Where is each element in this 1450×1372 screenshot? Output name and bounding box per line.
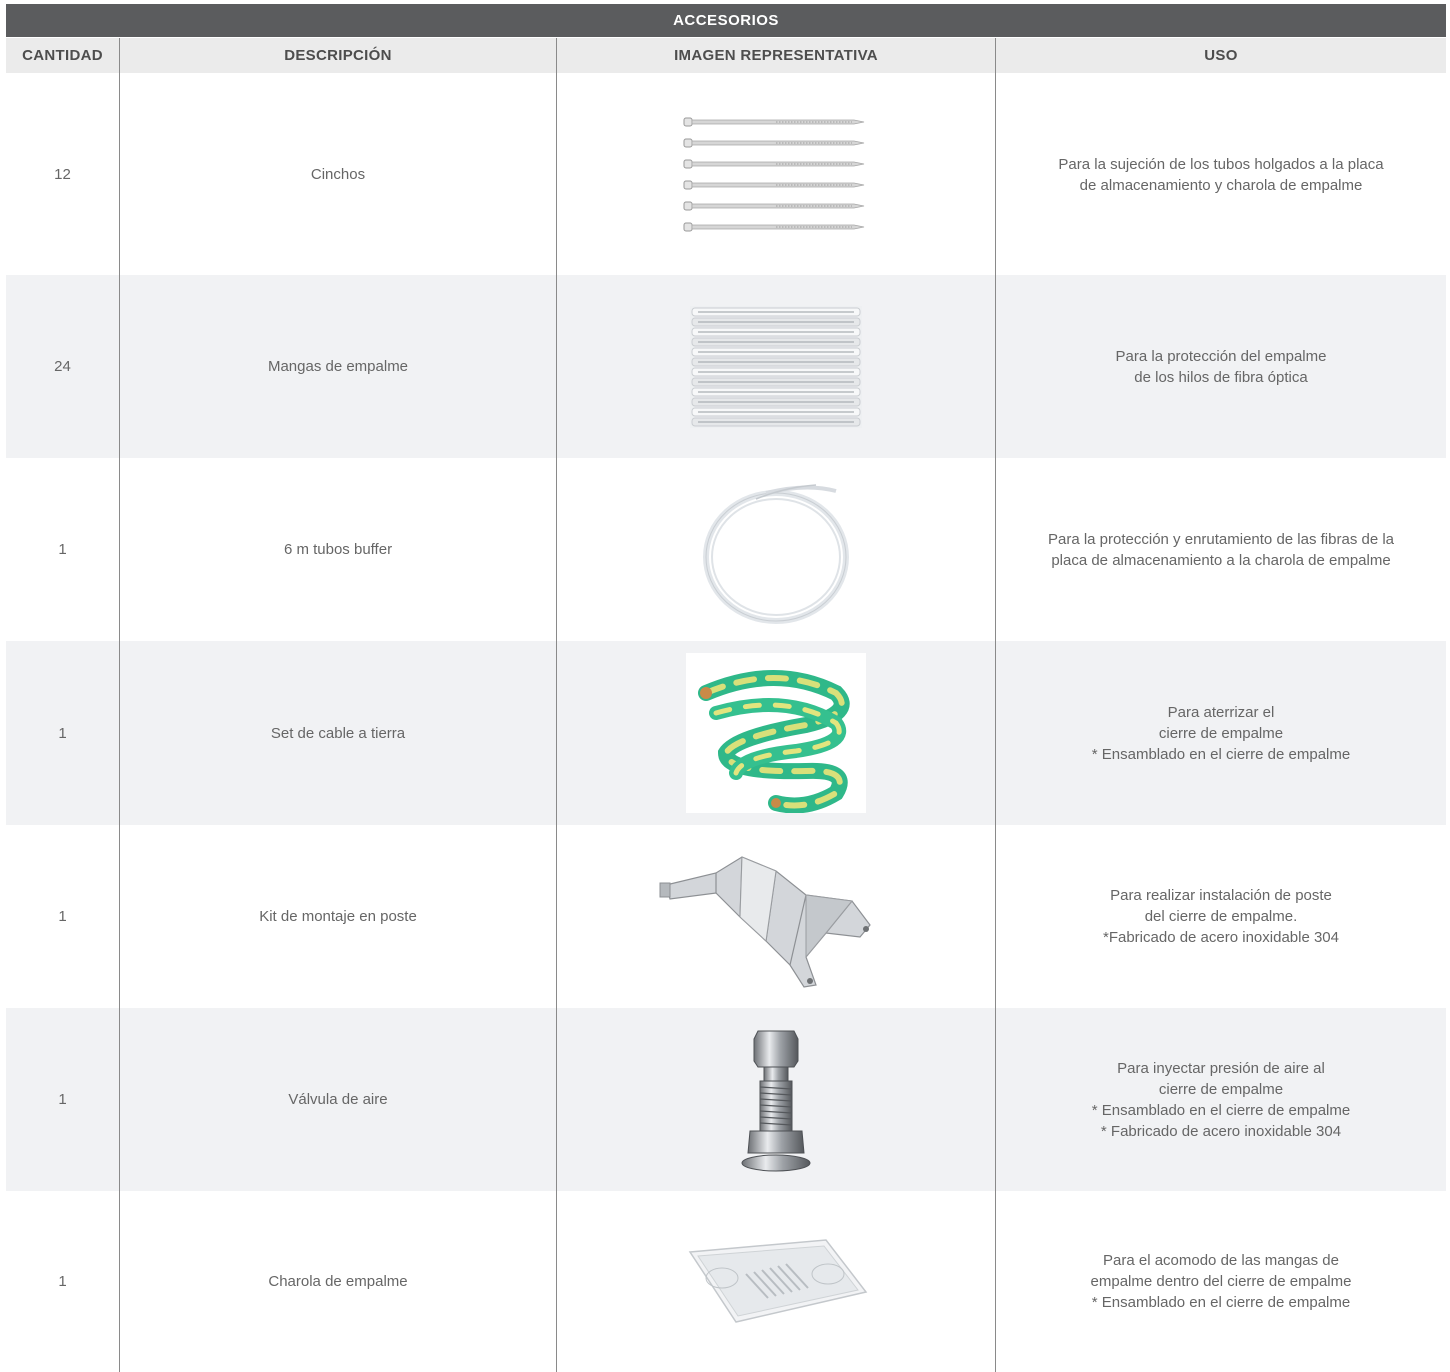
table-row-4-descripcion: Set de cable a tierra	[270, 724, 406, 742]
table-row-3-cantidad: 1	[58, 541, 67, 558]
uso-line: Para realizar instalación de poste	[1110, 887, 1332, 904]
accessories-table: ACCESORIOS CANTIDAD DESCRIPCIÓN IMAGEN R…	[0, 0, 1450, 1372]
table-row-1-cantidad: 12	[54, 166, 71, 183]
table-row-5-uso: Para realizar instalación de poste del c…	[996, 825, 1446, 1008]
cable-tie-shape	[683, 117, 865, 126]
table-row-3-uso: Para la protección y enrutamiento de las…	[996, 458, 1446, 641]
header-descripcion: DESCRIPCIÓN	[120, 38, 556, 73]
uso-line: placa de almacenamiento a la charola de …	[1051, 551, 1391, 569]
uso-line: * Ensamblado en el cierre de empalme	[1091, 745, 1351, 763]
uso-line: * Fabricado de acero inoxidable 304	[1100, 1122, 1342, 1140]
table-row-5-cantidad: 1	[58, 908, 67, 925]
table-row-7-descripcion: Charola de empalme	[268, 1273, 408, 1290]
uso-line: Para inyectar presión de aire al	[1117, 1059, 1325, 1077]
uso-line: del cierre de empalme.	[1144, 908, 1298, 925]
uso-line: empalme dentro del cierre de empalme	[1090, 1273, 1352, 1290]
table-row-4-cantidad: 1	[58, 724, 67, 742]
cable-ties-icon	[557, 74, 995, 275]
table-row-1-uso: Para la sujeción de los tubos holgados a…	[996, 74, 1446, 275]
uso-line: cierre de empalme	[1158, 724, 1284, 742]
splice-sleeves-icon	[557, 275, 995, 458]
ground-cable-coil-icon	[557, 641, 995, 825]
uso-line: Para la sujeción de los tubos holgados a…	[1058, 155, 1384, 173]
uso-line: de los hilos de fibra óptica	[1134, 368, 1308, 386]
table-row-1-descripcion: Cinchos	[310, 166, 366, 183]
header-cantidad: CANTIDAD	[6, 38, 119, 73]
table-title: ACCESORIOS	[6, 4, 1446, 37]
table-row-2-cantidad: 24	[54, 358, 71, 375]
header-imagen: IMAGEN REPRESENTATIVA	[557, 38, 995, 73]
uso-line: de almacenamiento y charola de empalme	[1079, 176, 1363, 194]
splice-tray-icon	[557, 1191, 995, 1372]
uso-line: cierre de empalme	[1158, 1080, 1284, 1098]
table-row-5-descripcion: Kit de montaje en poste	[259, 908, 417, 925]
air-valve-icon	[557, 1008, 995, 1191]
uso-line: Para la protección del empalme	[1115, 347, 1327, 365]
table-row-6-uso: Para inyectar presión de aire al cierre …	[996, 1008, 1446, 1191]
header-uso: USO	[996, 38, 1446, 73]
uso-line: Para la protección y enrutamiento de las…	[1047, 530, 1395, 548]
table-row-2-uso: Para la protección del empalme de los hi…	[996, 275, 1446, 458]
table-row-6-descripcion: Válvula de aire	[288, 1091, 388, 1108]
table-row-3-descripcion: 6 m tubos buffer	[283, 541, 393, 558]
uso-line: Para el acomodo de las mangas de	[1103, 1252, 1339, 1269]
table-row-7-uso: Para el acomodo de las mangas de empalme…	[996, 1191, 1446, 1372]
uso-line: * Ensamblado en el cierre de empalme	[1091, 1294, 1351, 1311]
table-row-7-cantidad: 1	[58, 1273, 67, 1290]
buffer-tube-coil-icon	[557, 458, 995, 641]
uso-line: * Ensamblado en el cierre de empalme	[1091, 1101, 1351, 1119]
uso-line: Para aterrizar el	[1167, 703, 1275, 721]
table-row-6-cantidad: 1	[58, 1091, 67, 1108]
table-row-4-uso: Para aterrizar el cierre de empalme * En…	[996, 641, 1446, 825]
table-row-2-descripcion: Mangas de empalme	[267, 358, 409, 375]
pole-mount-bracket-icon	[557, 825, 995, 1008]
uso-line: *Fabricado de acero inoxidable 304	[1103, 929, 1339, 946]
